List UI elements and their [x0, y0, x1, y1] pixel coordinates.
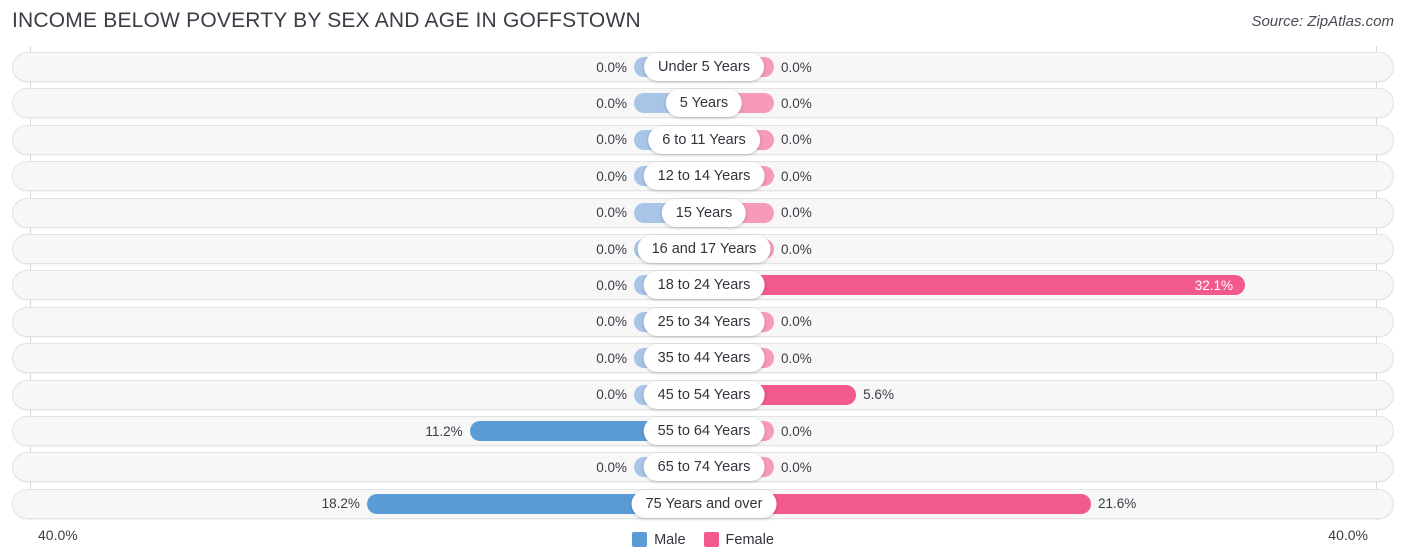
category-label-pill[interactable]: Under 5 Years	[644, 53, 764, 81]
bar-group: 18.2% 21.6% 75 Years and over	[13, 489, 1395, 518]
bar-value-female: 0.0%	[781, 241, 812, 257]
bar-value-female: 0.0%	[781, 168, 812, 184]
bar-value-female: 0.0%	[781, 205, 812, 221]
chart-header: INCOME BELOW POVERTY BY SEX AND AGE IN G…	[0, 0, 1406, 42]
bar-value-female: 5.6%	[863, 387, 894, 403]
bar-group: 0.0% 0.0% 16 and 17 Years	[13, 235, 1395, 263]
bar-value-male: 0.0%	[596, 59, 627, 75]
table-row[interactable]: 0.0% 5.6% 45 to 54 Years	[12, 379, 1395, 410]
bar-value-male: 0.0%	[596, 132, 627, 148]
bar-value-male: 0.0%	[596, 387, 627, 403]
table-row[interactable]: 11.2% 0.0% 55 to 64 Years	[12, 416, 1394, 446]
legend-swatch-male-icon	[632, 532, 648, 547]
category-label-pill[interactable]: 18 to 24 Years	[643, 271, 765, 300]
source-attribution: Source: ZipAtlas.com	[1251, 13, 1394, 30]
table-row[interactable]: 0.0% 0.0% 15 Years	[12, 197, 1395, 228]
bar-value-female: 0.0%	[781, 459, 812, 475]
bar-value-female: 0.0%	[781, 350, 812, 366]
bar-group: 0.0% 0.0% 35 to 44 Years	[13, 344, 1395, 373]
legend-label-female: Female	[725, 531, 774, 548]
table-row[interactable]: 0.0% 0.0% 5 Years	[12, 88, 1395, 119]
bar-value-female: 32.1%	[1194, 277, 1234, 293]
table-row[interactable]: 0.0% 32.1% 18 to 24 Years	[12, 270, 1395, 301]
category-label-pill[interactable]: 5 Years	[665, 89, 743, 118]
page-title: INCOME BELOW POVERTY BY SEX AND AGE IN G…	[12, 9, 641, 32]
chart-footer: 40.0% 40.0% Male Female	[0, 520, 1406, 559]
category-label-pill[interactable]: 55 to 64 Years	[643, 417, 765, 445]
bar-value-male: 11.2%	[425, 423, 463, 439]
category-label-pill[interactable]: 25 to 34 Years	[643, 307, 765, 336]
bar-value-female: 0.0%	[781, 132, 812, 148]
bar-value-male: 0.0%	[596, 350, 627, 366]
bar-value-male: 0.0%	[596, 459, 627, 475]
bar-value-female: 0.0%	[781, 95, 812, 111]
table-row[interactable]: 0.0% 0.0% Under 5 Years	[12, 52, 1394, 82]
bar-value-male: 18.2%	[321, 496, 360, 512]
bar-value-male: 0.0%	[596, 205, 627, 221]
bar-group: 0.0% 0.0% 6 to 11 Years	[13, 125, 1395, 154]
bar-group: 11.2% 0.0% 55 to 64 Years	[13, 417, 1395, 445]
bar-value-female: 0.0%	[781, 314, 812, 330]
table-row[interactable]: 0.0% 0.0% 16 and 17 Years	[12, 234, 1394, 264]
bar-group: 0.0% 5.6% 45 to 54 Years	[13, 380, 1395, 409]
bar-value-female: 21.6%	[1097, 496, 1137, 512]
chart-legend: Male Female	[0, 520, 1406, 559]
category-label-pill[interactable]: 15 Years	[661, 198, 747, 227]
table-row[interactable]: 0.0% 0.0% 25 to 34 Years	[12, 306, 1395, 337]
legend-item-male[interactable]: Male	[632, 531, 686, 548]
category-label-pill[interactable]: 12 to 14 Years	[643, 162, 765, 191]
bar-value-male: 0.0%	[596, 241, 627, 257]
bar-value-male: 0.0%	[596, 95, 627, 111]
bar-group: 0.0% 0.0% Under 5 Years	[13, 53, 1395, 81]
category-label-pill[interactable]: 45 to 54 Years	[643, 380, 765, 409]
bar-group: 0.0% 0.0% 25 to 34 Years	[13, 307, 1395, 336]
category-label-pill[interactable]: 6 to 11 Years	[648, 125, 760, 154]
table-row[interactable]: 18.2% 21.6% 75 Years and over	[12, 488, 1395, 519]
bar-group: 0.0% 0.0% 12 to 14 Years	[13, 162, 1395, 191]
category-label-pill[interactable]: 65 to 74 Years	[643, 453, 765, 482]
table-row[interactable]: 0.0% 0.0% 12 to 14 Years	[12, 161, 1395, 192]
table-row[interactable]: 0.0% 0.0% 6 to 11 Years	[12, 124, 1395, 155]
bar-value-female: 0.0%	[781, 423, 812, 439]
bar-group: 0.0% 0.0% 15 Years	[13, 198, 1395, 227]
table-row[interactable]: 0.0% 0.0% 65 to 74 Years	[12, 452, 1395, 483]
bar-value-male: 0.0%	[596, 168, 627, 184]
chart-plot-area: 0.0% 0.0% Under 5 Years 0.0% 0.0% 5 Years 0.0%…	[0, 46, 1406, 520]
bar-group: 0.0% 32.1% 18 to 24 Years	[13, 271, 1395, 300]
table-row[interactable]: 0.0% 0.0% 35 to 44 Years	[12, 343, 1395, 374]
bar-group: 0.0% 0.0% 65 to 74 Years	[13, 453, 1395, 482]
category-label-pill[interactable]: 35 to 44 Years	[643, 344, 765, 373]
legend-item-female[interactable]: Female	[703, 531, 774, 548]
category-label-pill[interactable]: 75 Years and over	[631, 489, 777, 518]
bar-value-male: 0.0%	[596, 314, 627, 330]
category-label-pill[interactable]: 16 and 17 Years	[637, 235, 771, 263]
legend-label-male: Male	[654, 531, 686, 548]
bar-group: 0.0% 0.0% 5 Years	[13, 89, 1395, 118]
bar-value-female: 0.0%	[781, 59, 812, 75]
legend-swatch-female-icon	[703, 532, 719, 547]
